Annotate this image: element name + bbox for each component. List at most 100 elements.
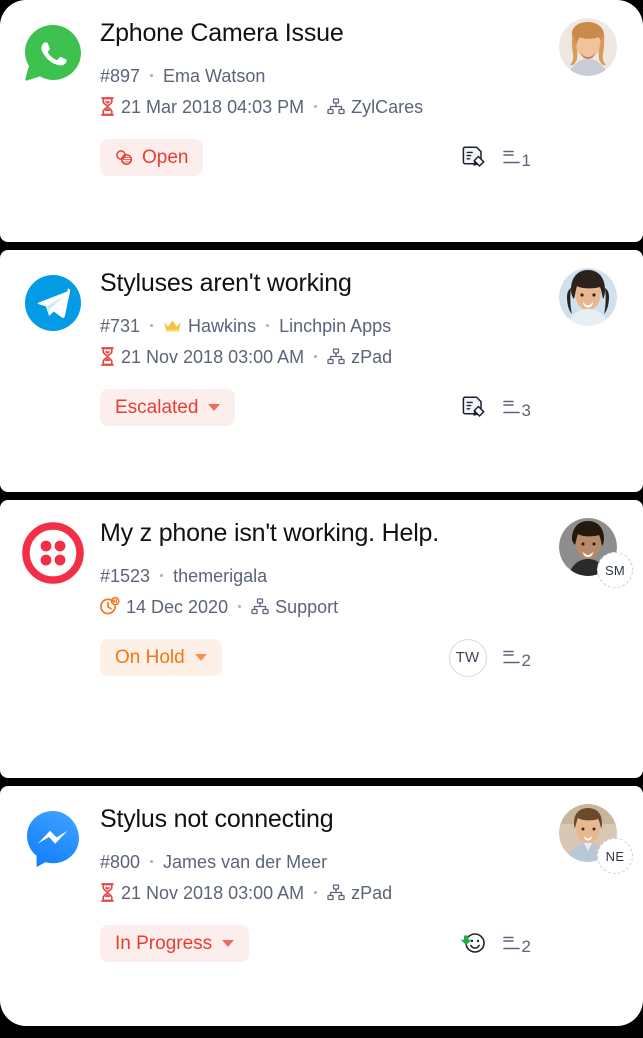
thread-count-value: 2 [521, 651, 531, 671]
ticket-meta-primary: #800 James van der Meer [100, 849, 545, 875]
footer-actions: 1 [461, 144, 531, 170]
due-date: 14 Dec 2020 [126, 596, 229, 617]
avatar-image [559, 268, 617, 326]
due-date: 21 Mar 2018 04:03 PM [121, 96, 305, 117]
messenger-icon [22, 808, 84, 870]
thread-count-value: 1 [521, 150, 531, 170]
avatar[interactable] [559, 18, 621, 80]
ticket-title[interactable]: My z phone isn't working. Help. [100, 518, 545, 549]
ticket-meta-primary: #1523 themerigala [100, 563, 545, 589]
ticket-department[interactable]: zPad [327, 344, 392, 370]
requester-name: Ema Watson [163, 65, 266, 86]
ticket-meta-primary: #897 Ema Watson [100, 63, 545, 89]
status-badge[interactable]: On Hold [100, 639, 222, 677]
department-name: zPad [351, 882, 393, 903]
avatar-image [559, 18, 617, 76]
ticket-meta-secondary: 21 Nov 2018 03:00 AM zPad [100, 344, 545, 370]
status-circles-icon [115, 149, 134, 166]
ticket-due: 21 Mar 2018 04:03 PM [100, 94, 304, 120]
ticket-body: Zphone Camera Issue #897 Ema Watson 21 M… [100, 18, 621, 226]
ticket-requester[interactable]: James van der Meer [163, 849, 327, 875]
telegram-icon [22, 272, 84, 334]
thread-count[interactable]: 2 [502, 646, 531, 671]
thread-lines-icon [502, 396, 520, 418]
ticket-department[interactable]: zPad [327, 880, 392, 906]
due-date: 21 Nov 2018 03:00 AM [121, 882, 305, 903]
ticket-body: NE Stylus not connecting #800 James van … [100, 804, 633, 1010]
thread-count[interactable]: 1 [502, 146, 531, 170]
ticket-requester[interactable]: Ema Watson [163, 63, 265, 89]
status-label: On Hold [115, 647, 185, 669]
ticket-number[interactable]: #897 [100, 63, 140, 89]
ticket-meta-secondary: 14 Dec 2020 Support [100, 594, 545, 620]
avatar[interactable] [559, 268, 621, 330]
ticket-footer: On Hold TW 2 [100, 638, 545, 677]
chevron-down-icon [208, 403, 221, 411]
happy-smiley-icon[interactable] [460, 931, 487, 955]
ticket-title[interactable]: Zphone Camera Issue [100, 18, 545, 49]
sitemap-icon [251, 598, 269, 615]
status-badge[interactable]: Open [100, 138, 204, 176]
meta-separator [266, 324, 270, 328]
requester-name: Hawkins [188, 315, 257, 336]
ticket-card[interactable]: Zphone Camera Issue #897 Ema Watson 21 M… [0, 0, 643, 242]
meta-separator [314, 355, 318, 359]
ticket-card[interactable]: NE Stylus not connecting #800 James van … [0, 786, 643, 1026]
footer-actions: 2 [460, 931, 531, 955]
ticket-meta-primary: #731 Hawkins Linchpin Apps [100, 313, 545, 339]
ticket-card[interactable]: SM My z phone isn't working. Help. #1523… [0, 500, 643, 778]
ticket-number[interactable]: #800 [100, 849, 140, 875]
avatar[interactable]: SM [559, 518, 633, 588]
note-edit-icon[interactable] [461, 144, 487, 170]
crown-icon [163, 318, 182, 333]
avatar[interactable]: NE [559, 804, 633, 874]
status-badge[interactable]: In Progress [100, 924, 250, 962]
thread-count-value: 2 [521, 936, 531, 956]
sitemap-icon [327, 884, 345, 901]
status-label: In Progress [115, 932, 213, 954]
meta-separator [150, 324, 154, 328]
whatsapp-icon [22, 22, 84, 84]
ticket-requester[interactable]: themerigala [173, 563, 267, 589]
ticket-footer: In Progress 2 [100, 924, 545, 962]
assigned-agent-initials[interactable]: TW [448, 638, 487, 677]
thread-lines-icon [502, 932, 520, 954]
ticket-department[interactable]: ZylCares [327, 94, 423, 120]
chevron-down-icon [222, 939, 235, 947]
thread-count-value: 3 [521, 400, 531, 420]
ticket-title[interactable]: Styluses aren't working [100, 268, 545, 299]
avatar-status-badge[interactable]: NE [597, 838, 633, 874]
ticket-department[interactable]: Support [251, 594, 338, 620]
hourglass-icon [100, 883, 115, 903]
ticket-card[interactable]: Styluses aren't working #731 Hawkins Lin… [0, 250, 643, 492]
ticket-footer: Open 1 [100, 138, 545, 176]
footer-actions: 3 [461, 394, 531, 420]
status-label: Open [142, 146, 189, 168]
avatar-status-badge[interactable]: SM [597, 552, 633, 588]
chevron-down-icon [194, 654, 207, 662]
meta-separator [314, 105, 318, 109]
footer-actions: TW 2 [448, 638, 531, 677]
status-badge[interactable]: Escalated [100, 388, 236, 426]
ticket-title[interactable]: Stylus not connecting [100, 804, 545, 835]
ticket-account[interactable]: Linchpin Apps [279, 313, 391, 339]
thread-count[interactable]: 2 [502, 932, 531, 956]
thread-lines-icon [502, 646, 520, 668]
ticket-number[interactable]: #731 [100, 313, 140, 339]
meta-separator [238, 605, 242, 609]
status-label: Escalated [115, 396, 199, 418]
thread-count[interactable]: 3 [502, 396, 531, 420]
requester-name: themerigala [173, 565, 268, 586]
note-edit-icon[interactable] [461, 394, 487, 420]
meta-separator [160, 574, 164, 578]
account-name: Linchpin Apps [279, 315, 392, 336]
ticket-due: 21 Nov 2018 03:00 AM [100, 344, 304, 370]
sitemap-icon [327, 98, 345, 115]
ticket-requester[interactable]: Hawkins [163, 313, 256, 339]
clock-hold-icon [100, 597, 120, 616]
department-name: ZylCares [351, 96, 424, 117]
department-name: Support [275, 596, 339, 617]
requester-name: James van der Meer [163, 851, 328, 872]
ticket-number[interactable]: #1523 [100, 563, 150, 589]
sitemap-icon [327, 348, 345, 365]
